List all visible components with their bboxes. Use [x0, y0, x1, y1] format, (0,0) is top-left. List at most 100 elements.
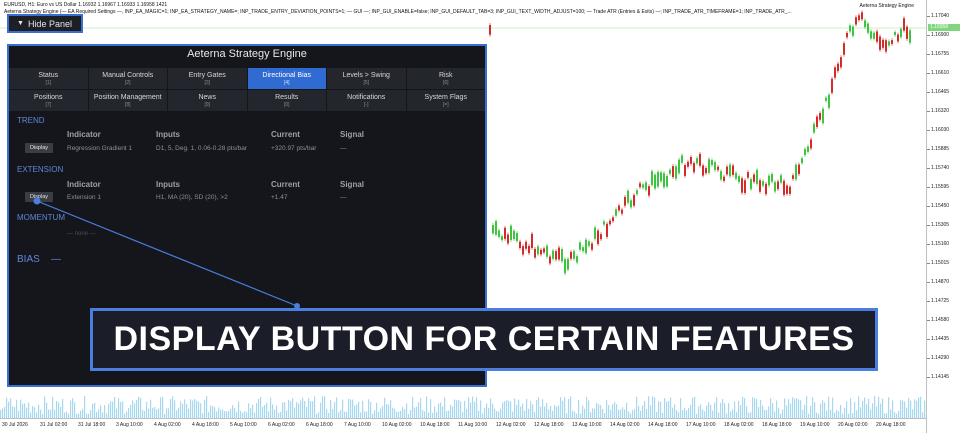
price-label: 1.15305	[931, 222, 950, 228]
volume-bar	[914, 399, 916, 418]
volume-bar	[810, 405, 812, 418]
volume-bar	[248, 403, 250, 418]
volume-bar	[310, 400, 312, 418]
price-label: 1.14870	[931, 279, 950, 285]
trend-display-button[interactable]: Display	[25, 143, 53, 153]
volume-bar	[626, 402, 628, 418]
volume-bar	[516, 404, 518, 418]
tab-levels-swing[interactable]: Levels > Swing [5]	[327, 68, 406, 89]
volume-bar	[350, 399, 352, 418]
volume-bar	[904, 401, 906, 418]
volume-bar	[374, 410, 376, 418]
price-label: 1.15450	[931, 203, 950, 209]
candle-body	[690, 156, 692, 164]
trend-header-indicator: Indicator	[67, 130, 101, 139]
tab-manual-controls[interactable]: Manual Controls [2]	[88, 68, 167, 89]
volume-bar	[218, 407, 220, 418]
candle-body	[552, 250, 554, 259]
volume-bar	[292, 398, 294, 418]
tab-label: Results	[275, 94, 299, 101]
volume-bar	[478, 410, 480, 418]
candle-body	[744, 180, 746, 193]
volume-bar	[802, 409, 804, 418]
volume-bar	[536, 399, 538, 418]
time-label: 4 Aug 02:00	[154, 422, 181, 428]
volume-bar	[594, 408, 596, 418]
tab-positions[interactable]: Positions [7]	[9, 90, 88, 111]
candle-body	[603, 221, 605, 225]
tab-results[interactable]: Results [0]	[247, 90, 326, 111]
volume-bar	[552, 410, 554, 418]
volume-bar	[46, 402, 48, 418]
volume-bar	[878, 396, 880, 418]
tab-directional-bias[interactable]: Directional Bias [4]	[247, 68, 326, 89]
volume-bar	[740, 405, 742, 418]
volume-bar	[190, 399, 192, 418]
time-label: 18 Aug 18:00	[762, 422, 792, 428]
candle-body	[792, 175, 794, 179]
candle-body	[738, 176, 740, 182]
tab-label: Directional Bias	[262, 72, 312, 79]
candle-body	[861, 12, 863, 20]
time-axis[interactable]: 30 Jul 2026 31 Jul 02:00 31 Jul 18:00 3 Aug…	[0, 418, 926, 434]
volume-bar	[60, 406, 62, 418]
candle-body	[657, 171, 659, 187]
volume-bar	[14, 407, 16, 418]
hide-panel-button[interactable]: ▼ Hide Panel	[7, 14, 83, 33]
volume-bar	[728, 403, 730, 418]
candle-body	[534, 248, 536, 258]
price-label: 1.16900	[931, 32, 950, 38]
volume-bar	[334, 402, 336, 418]
tab-risk[interactable]: Risk [6]	[406, 68, 485, 89]
candle-body	[870, 31, 872, 39]
volume-bar	[38, 404, 40, 418]
time-label: 12 Aug 18:00	[534, 422, 564, 428]
tab-label: Position Management	[93, 94, 162, 101]
tab-entry-gates[interactable]: Entry Gates [3]	[168, 68, 247, 89]
extension-display-button[interactable]: Display	[25, 192, 53, 202]
tab-status[interactable]: Status [1]	[9, 68, 88, 89]
tab-system-flags[interactable]: System Flags [=]	[406, 90, 485, 111]
bias-value: —	[51, 254, 61, 265]
price-tick	[927, 130, 930, 131]
volume-bar	[642, 405, 644, 418]
volume-bar	[770, 398, 772, 418]
candle-body	[501, 236, 503, 241]
candle-body	[711, 160, 713, 166]
volume-bar	[304, 401, 306, 418]
volume-bar	[640, 410, 642, 418]
candle-body	[825, 97, 827, 101]
volume-bar	[148, 408, 150, 418]
volume-bar	[442, 406, 444, 418]
extension-header-current: Current	[271, 180, 300, 189]
tab-position-management[interactable]: Position Management [8]	[88, 90, 167, 111]
volume-bar	[464, 400, 466, 418]
candle-body	[684, 165, 686, 176]
price-axis[interactable]: 1.17040 1.16900 1.16755 1.16610 1.16465 1.163…	[926, 0, 960, 433]
tab-news[interactable]: News [9]	[168, 90, 247, 111]
price-label: 1.14725	[931, 298, 950, 304]
volume-bar	[260, 396, 262, 418]
panel-title: Aeterna Strategy Engine	[187, 48, 307, 60]
price-tick	[927, 35, 930, 36]
volume-bar	[646, 409, 648, 418]
price-tick	[927, 149, 930, 150]
volume-bar	[598, 404, 600, 418]
volume-bar	[200, 403, 202, 418]
volume-bar	[672, 407, 674, 418]
price-label: 1.15160	[931, 241, 950, 247]
volume-bar	[486, 403, 488, 418]
volume-bar	[452, 406, 454, 418]
volume-bar	[458, 399, 460, 418]
volume-bar	[368, 399, 370, 418]
tab-notifications[interactable]: Notifications [-]	[327, 90, 406, 111]
time-label: 10 Aug 18:00	[420, 422, 450, 428]
tab-shortcut: [2]	[124, 80, 131, 86]
candle-body	[810, 139, 812, 149]
volume-bar	[786, 405, 788, 418]
candle-body	[753, 174, 755, 182]
volume-bar	[320, 402, 322, 418]
candle-body	[579, 242, 581, 250]
volume-bar	[898, 410, 900, 418]
volume-bar	[596, 402, 598, 418]
